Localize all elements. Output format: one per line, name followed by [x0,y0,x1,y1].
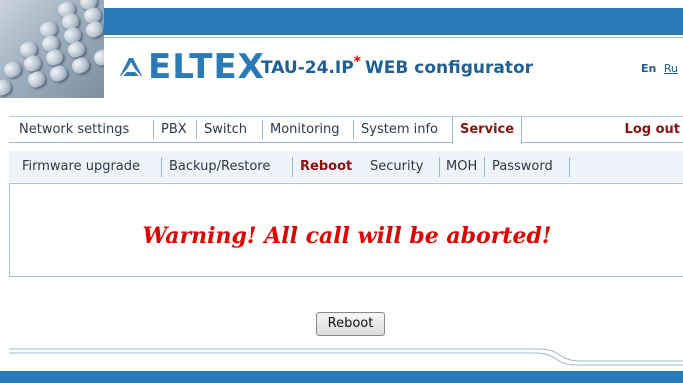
reboot-panel: Warning! All call will be aborted! [9,183,683,277]
product-mark: * [353,54,361,70]
submenu-item-security[interactable]: Security [370,157,423,177]
submenu-separator [292,157,293,177]
submenu-separator [484,157,485,177]
product-suffix: WEB configurator [365,58,534,78]
submenu-item-reboot[interactable]: Reboot [300,157,352,177]
product-title: TAU-24.IP* WEB configurator [261,54,534,80]
language-link-ru[interactable]: Ru [664,62,678,75]
submenu-item-backup-restore[interactable]: Backup/Restore [169,157,270,177]
service-submenu: Firmware upgrade Backup/Restore Reboot S… [9,151,683,182]
menu-item-switch[interactable]: Switch [204,117,247,142]
language-switch: En Ru [641,62,678,75]
menu-item-network-settings[interactable]: Network settings [19,117,129,142]
menu-separator [353,120,354,139]
language-current: En [641,62,657,75]
submenu-item-moh[interactable]: MOH [446,157,477,177]
submenu-separator [161,157,162,177]
product-name: TAU-24.IP [261,58,354,78]
menu-separator [196,120,197,139]
menu-item-pbx[interactable]: PBX [161,117,187,142]
header: ELTEX TAU-24.IP* WEB configurator En Ru [0,0,683,98]
submenu-item-firmware-upgrade[interactable]: Firmware upgrade [22,157,140,177]
submenu-separator [439,157,440,177]
submenu-item-password[interactable]: Password [492,157,553,177]
menu-separator [153,120,154,139]
menu-item-service[interactable]: Service [452,117,523,144]
footer-decoration [0,348,683,383]
phone-keypad-image [0,0,104,98]
warning-message: Warning! All call will be aborted! [142,223,552,249]
submenu-separator [569,157,570,177]
logo-row: ELTEX TAU-24.IP* WEB configurator En Ru [104,38,683,96]
main-menu: Network settings PBX Switch Monitoring S… [9,116,683,144]
header-top-bar [104,8,683,38]
logout-link[interactable]: Log out [625,117,680,142]
menu-item-system-info[interactable]: System info [361,117,438,142]
menu-item-monitoring[interactable]: Monitoring [270,117,340,142]
footer [0,345,683,383]
brand-logo-text: ELTEX [148,47,265,87]
eltex-logo-icon [120,58,142,77]
menu-separator [262,120,263,139]
reboot-button[interactable]: Reboot [316,312,385,336]
